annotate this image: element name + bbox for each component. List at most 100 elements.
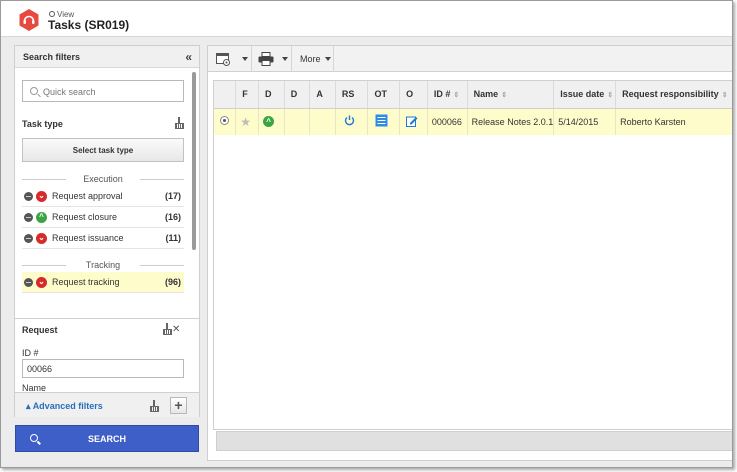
task-type-title: Task type xyxy=(22,119,63,129)
chevron-down-icon: ⌄ xyxy=(36,233,47,244)
request-filter-section: Request ✕ ID # Name xyxy=(15,318,199,393)
chevron-down-icon: ⌄ xyxy=(36,191,47,202)
task-type-item[interactable]: ⌄ Request issuance (11) xyxy=(22,228,184,249)
page-header: View Tasks (SR019) xyxy=(1,1,732,37)
issue-date-cell: 5/14/2015 xyxy=(553,108,617,135)
search-icon xyxy=(30,87,38,95)
printer-icon xyxy=(258,52,274,66)
id-cell: 000066 xyxy=(427,108,468,135)
task-type-label: Request issuance xyxy=(52,233,124,243)
task-type-label: Request tracking xyxy=(52,277,120,287)
task-type-count: (16) xyxy=(164,212,181,222)
print-button[interactable] xyxy=(252,46,292,72)
name-cell: Release Notes 2.0.1 xyxy=(467,108,555,135)
quick-search-box[interactable] xyxy=(22,80,184,102)
chevron-down-icon xyxy=(242,57,248,61)
chevron-down-icon xyxy=(282,57,288,61)
clear-filter-icon[interactable] xyxy=(149,400,159,412)
results-toolbar: More xyxy=(208,46,732,72)
more-menu-button[interactable]: More xyxy=(292,46,334,72)
column-header[interactable]: A xyxy=(309,81,336,109)
d-cell xyxy=(284,108,311,135)
search-button[interactable]: SEARCH xyxy=(15,425,199,452)
row-select-cell[interactable] xyxy=(214,108,237,135)
id-label: ID # xyxy=(22,348,39,358)
column-header-label: Name xyxy=(473,89,499,100)
task-type-count: (96) xyxy=(164,277,181,287)
o-cell xyxy=(399,108,428,135)
task-type-label: Request closure xyxy=(52,212,118,222)
task-type-item[interactable]: ^ Request closure (16) xyxy=(22,207,184,228)
advanced-filters-link[interactable]: ▴ Advanced filters xyxy=(26,401,103,412)
filters-scrollbar[interactable] xyxy=(192,72,196,250)
column-header[interactable]: ID # ⇕ xyxy=(427,81,468,109)
table-row[interactable]: ★ ^ 000066 Release Notes 2.0.1 5/14/2015… xyxy=(214,108,732,135)
a-cell xyxy=(309,108,336,135)
table-header-row: F D D A RS OT O ID # ⇕ Name ⇕ Issue date ⇕ … xyxy=(214,81,732,109)
group-label-tracking: Tracking xyxy=(22,260,184,270)
minus-icon xyxy=(24,192,33,201)
task-type-item-selected[interactable]: ⌄ Request tracking (96) xyxy=(22,272,184,293)
minus-icon xyxy=(24,234,33,243)
column-header[interactable]: F xyxy=(235,81,260,109)
view-window-icon xyxy=(216,53,230,66)
responsibility-cell: Roberto Karsten xyxy=(615,108,732,135)
column-header-label: O xyxy=(406,89,414,100)
power-icon xyxy=(344,115,355,126)
advanced-filters-bar: ▴ Advanced filters + xyxy=(15,392,199,417)
task-type-count: (17) xyxy=(164,191,181,201)
group-label-execution: Execution xyxy=(22,174,184,184)
column-header-label: Issue date xyxy=(560,89,605,100)
column-header-label: OT xyxy=(374,89,387,100)
column-header-label: D xyxy=(265,89,272,100)
view-button[interactable] xyxy=(208,46,252,72)
column-header[interactable]: Issue date ⇕ xyxy=(553,81,617,109)
column-header-label: RS xyxy=(341,89,355,100)
star-icon[interactable]: ★ xyxy=(240,115,251,129)
column-header-label: D xyxy=(290,89,298,100)
results-panel: More F D D A RS OT O ID # ⇕ Name ⇕ Issue… xyxy=(207,45,732,461)
horizontal-scrollbar[interactable] xyxy=(216,431,732,451)
sort-icon: ⇕ xyxy=(453,92,460,100)
column-header[interactable]: OT xyxy=(367,81,401,109)
ot-cell xyxy=(367,108,401,135)
clear-filter-icon[interactable] xyxy=(174,117,184,129)
column-header[interactable]: Name ⇕ xyxy=(467,81,555,109)
task-type-count: (11) xyxy=(165,233,181,243)
add-filter-button[interactable]: + xyxy=(170,397,187,414)
minus-icon xyxy=(24,213,33,222)
page-title: Tasks (SR019) xyxy=(48,18,130,32)
request-id-input[interactable] xyxy=(22,359,184,378)
favorite-cell[interactable]: ★ xyxy=(235,108,260,135)
view-search-icon xyxy=(49,11,55,17)
sort-icon: ⇕ xyxy=(501,92,508,100)
column-header-label: F xyxy=(242,89,248,100)
minus-icon xyxy=(24,278,33,287)
column-header-label: Request responsibility xyxy=(622,89,719,100)
select-task-type-button[interactable]: Select task type xyxy=(22,138,184,162)
app-logo-icon xyxy=(19,9,39,31)
column-header[interactable]: D xyxy=(258,81,285,109)
column-header[interactable]: O xyxy=(399,81,428,109)
filters-title: Search filters xyxy=(23,52,81,62)
rs-cell xyxy=(335,108,369,135)
advanced-filters-label: Advanced filters xyxy=(32,401,103,411)
quick-search-input[interactable] xyxy=(43,85,173,98)
row-radio[interactable] xyxy=(220,116,229,126)
sort-icon: ⇕ xyxy=(607,92,614,100)
edit-icon xyxy=(406,116,418,127)
close-icon[interactable]: ✕ xyxy=(172,324,180,335)
column-header[interactable]: D xyxy=(284,81,311,109)
column-header-label: A xyxy=(316,89,323,100)
request-section-title: Request xyxy=(22,325,58,335)
collapse-panel-icon[interactable]: « xyxy=(185,50,192,64)
column-header[interactable]: Request responsibility ⇕ xyxy=(615,81,732,109)
column-header[interactable]: RS xyxy=(335,81,369,109)
sort-icon: ⇕ xyxy=(721,92,728,100)
document-list-icon xyxy=(375,114,388,127)
task-type-item[interactable]: ⌄ Request approval (17) xyxy=(22,186,184,207)
clear-filter-icon[interactable] xyxy=(162,323,172,335)
deadline-cell: ^ xyxy=(258,108,285,135)
column-header-label: ID # xyxy=(433,89,451,100)
task-type-label: Request approval xyxy=(52,191,123,201)
